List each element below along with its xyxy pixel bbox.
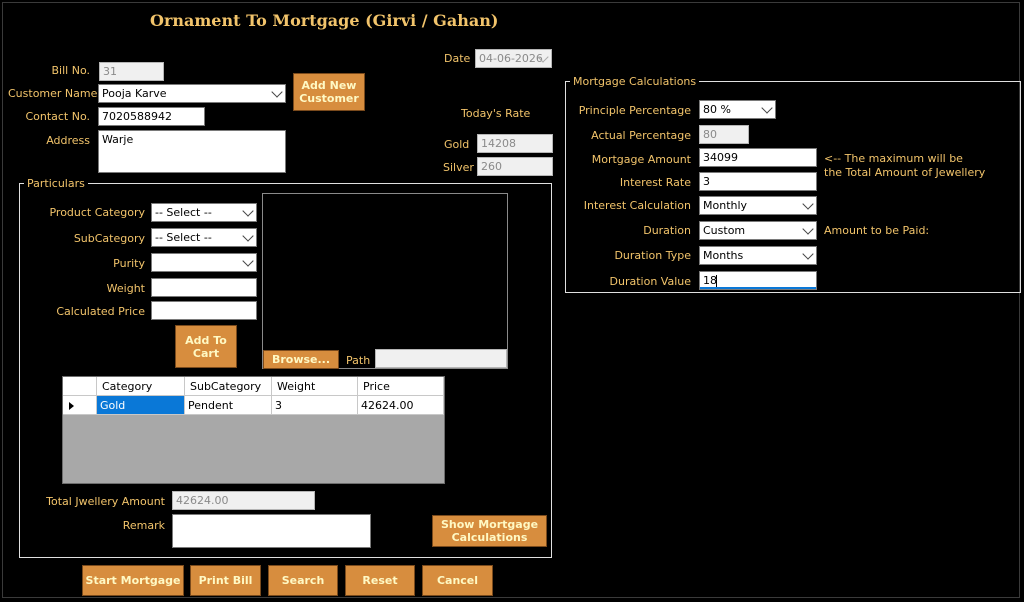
- customer-name-select[interactable]: Pooja Karve: [98, 84, 286, 103]
- silver-rate-label: Silver: [443, 161, 474, 174]
- contact-no-label: Contact No.: [25, 110, 90, 123]
- date-value: 04-06-2026: [479, 52, 543, 65]
- duration-value: Custom: [703, 224, 746, 237]
- product-category-select[interactable]: -- Select --: [151, 203, 257, 222]
- product-category-label: Product Category: [49, 206, 145, 219]
- actual-percentage-label: Actual Percentage: [591, 129, 691, 142]
- principle-percentage-select[interactable]: 80 %: [699, 100, 776, 119]
- column-header-price[interactable]: Price: [358, 377, 444, 396]
- customer-name-value: Pooja Karve: [102, 87, 167, 100]
- duration-type-label: Duration Type: [614, 249, 691, 262]
- subcategory-select[interactable]: -- Select --: [151, 228, 257, 247]
- gold-rate-field[interactable]: 14208: [477, 134, 553, 153]
- duration-value-text: 18: [703, 274, 717, 287]
- remark-field[interactable]: [172, 514, 371, 548]
- mortgage-amount-label: Mortgage Amount: [591, 153, 691, 166]
- ornament-picture-box: [262, 193, 508, 369]
- customer-name-label: Customer Name: [8, 87, 98, 100]
- chevron-down-icon: [271, 86, 283, 98]
- chevron-down-icon: [242, 255, 254, 267]
- actual-percentage-field[interactable]: 80: [699, 125, 749, 144]
- form-title: Ornament To Mortgage (Girvi / Gahan): [150, 11, 499, 30]
- chevron-down-icon: [802, 223, 814, 235]
- purity-label: Purity: [113, 257, 145, 270]
- remark-label: Remark: [122, 519, 165, 532]
- grid-corner-header: [63, 377, 97, 396]
- gold-rate-label: Gold: [444, 138, 470, 151]
- silver-rate-field[interactable]: 260: [477, 157, 553, 176]
- subcategory-label: SubCategory: [73, 232, 145, 245]
- bill-no-label: Bill No.: [51, 64, 90, 77]
- duration-type-select[interactable]: Months: [699, 246, 817, 265]
- browse-button[interactable]: Browse...: [263, 350, 339, 369]
- address-field[interactable]: Warje: [98, 130, 286, 173]
- chevron-down-icon: [802, 248, 814, 260]
- duration-value-field[interactable]: 18: [699, 271, 817, 290]
- cart-grid[interactable]: Category SubCategory Weight Price Gold P…: [62, 376, 445, 484]
- product-category-value: -- Select --: [155, 206, 212, 219]
- date-picker[interactable]: 04-06-2026: [475, 49, 552, 68]
- amount-to-be-paid-label: Amount to be Paid:: [824, 224, 930, 237]
- chevron-down-icon: [242, 205, 254, 217]
- weight-label: Weight: [106, 282, 145, 295]
- search-button[interactable]: Search: [268, 565, 338, 596]
- interest-calculation-label: Interest Calculation: [583, 199, 691, 212]
- calculated-price-label: Calculated Price: [56, 305, 145, 318]
- weight-field[interactable]: [151, 278, 257, 297]
- focus-underline: [700, 287, 816, 289]
- interest-calculation-select[interactable]: Monthly: [699, 196, 817, 215]
- principle-percentage-value: 80 %: [703, 103, 731, 116]
- subcategory-value: -- Select --: [155, 231, 212, 244]
- column-header-subcategory[interactable]: SubCategory: [185, 377, 272, 396]
- date-label: Date: [444, 52, 471, 65]
- table-cell-category[interactable]: Gold: [97, 396, 185, 415]
- table-cell-weight[interactable]: 3: [272, 396, 358, 415]
- current-row-arrow-icon: [69, 402, 74, 410]
- interest-rate-label: Interest Rate: [619, 176, 691, 189]
- mortgage-amount-note-line1: <-- The maximum will be: [824, 152, 963, 165]
- start-mortgage-button[interactable]: Start Mortgage: [82, 565, 184, 596]
- address-label: Address: [46, 134, 90, 147]
- show-mortgage-calculations-button[interactable]: Show Mortgage Calculations: [432, 515, 547, 547]
- column-header-category[interactable]: Category: [97, 377, 185, 396]
- table-cell-subcategory[interactable]: Pendent: [185, 396, 272, 415]
- path-label: Path: [346, 354, 371, 367]
- add-to-cart-button[interactable]: Add To Cart: [175, 325, 237, 368]
- chevron-down-icon: [802, 198, 814, 210]
- mortgage-calculations-group-label: Mortgage Calculations: [570, 75, 700, 88]
- duration-type-value: Months: [703, 249, 744, 262]
- path-field[interactable]: [375, 349, 507, 368]
- table-cell-price[interactable]: 42624.00: [358, 396, 444, 415]
- column-header-weight[interactable]: Weight: [272, 377, 358, 396]
- mortgage-amount-note-line2: the Total Amount of Jewellery: [824, 166, 986, 179]
- particulars-group-label: Particulars: [24, 177, 88, 190]
- principle-percentage-label: Principle Percentage: [578, 104, 691, 117]
- total-jewellery-amount-field[interactable]: 42624.00: [172, 491, 315, 510]
- bill-no-field[interactable]: 31: [99, 62, 164, 81]
- cancel-button[interactable]: Cancel: [422, 565, 493, 596]
- duration-value-label: Duration Value: [609, 275, 691, 288]
- print-bill-button[interactable]: Print Bill: [190, 565, 261, 596]
- reset-button[interactable]: Reset: [345, 565, 415, 596]
- mortgage-amount-field[interactable]: 34099: [699, 148, 817, 167]
- add-new-customer-button[interactable]: Add New Customer: [293, 73, 365, 111]
- todays-rate-label: Today's Rate: [461, 107, 531, 120]
- total-jewellery-amount-label: Total Jwellery Amount: [46, 495, 165, 508]
- duration-label: Duration: [643, 224, 691, 237]
- interest-rate-field[interactable]: 3: [699, 172, 817, 191]
- duration-select[interactable]: Custom: [699, 221, 817, 240]
- chevron-down-icon: [761, 102, 773, 114]
- interest-calculation-value: Monthly: [703, 199, 748, 212]
- purity-select[interactable]: [151, 253, 257, 272]
- contact-no-field[interactable]: 7020588942: [98, 107, 205, 126]
- chevron-down-icon: [242, 230, 254, 242]
- calculated-price-field[interactable]: [151, 301, 257, 320]
